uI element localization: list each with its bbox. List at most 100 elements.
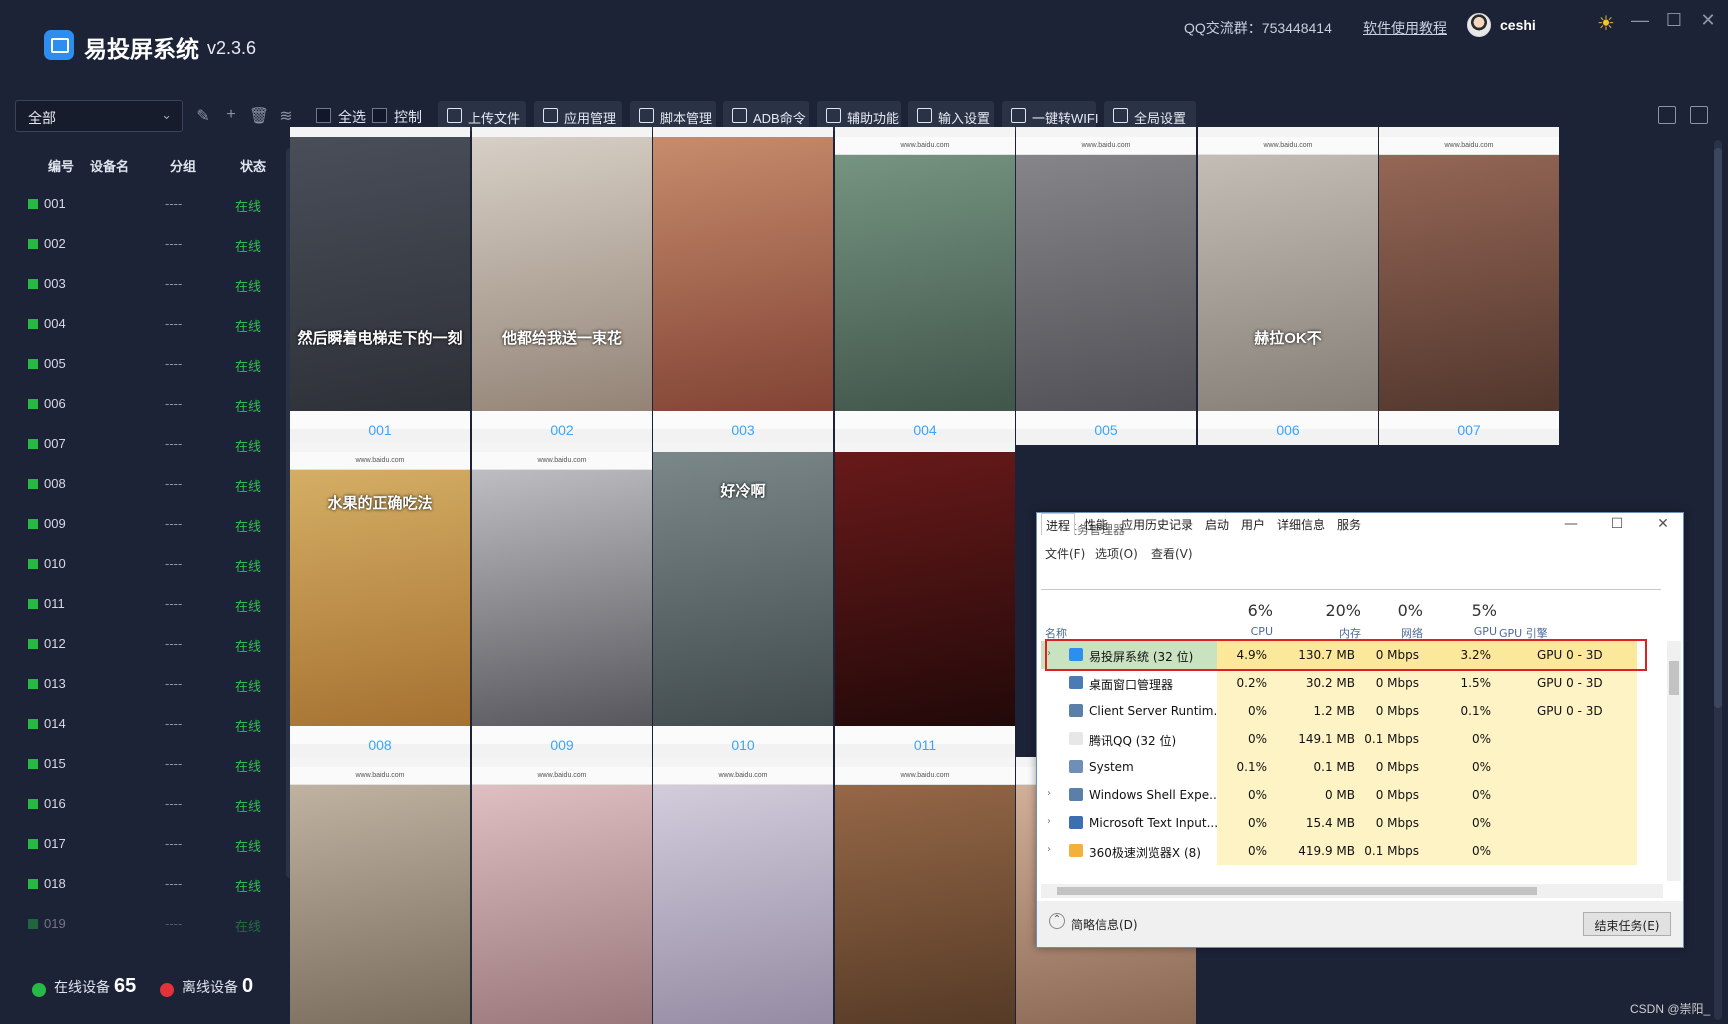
task-manager-window: 任务管理器 — ☐ ✕ 文件(F) 选项(O) 查看(V) 进程 性能 应用历史… (1036, 512, 1684, 948)
avatar[interactable] (1467, 13, 1491, 37)
device-screen-tile[interactable] (835, 442, 1015, 760)
delete-icon[interactable]: 🗑 (248, 106, 270, 128)
device-screen-tile[interactable]: www.baidu.com 赫拉OK不 (1198, 127, 1378, 445)
device-row[interactable]: 016 ---- 在线 (0, 785, 270, 825)
tile-device-label: 006 (1276, 422, 1300, 438)
username[interactable]: ceshi (1500, 17, 1536, 33)
device-status: 在线 (235, 279, 262, 294)
theme-sun-icon[interactable]: ☀ (1594, 11, 1618, 36)
device-row[interactable]: 012 ---- 在线 (0, 625, 270, 665)
device-row[interactable]: 005 ---- 在线 (0, 345, 270, 385)
gpu-engine-bg (1497, 753, 1637, 781)
device-row[interactable]: 017 ---- 在线 (0, 825, 270, 865)
layout-icon[interactable] (1658, 106, 1676, 124)
process-icon (1069, 760, 1083, 773)
device-row[interactable]: 015 ---- 在线 (0, 745, 270, 785)
device-screen-tile[interactable]: www.baidu.com (1016, 127, 1196, 445)
expand-chevron-icon[interactable]: › (1047, 816, 1051, 827)
tab-details[interactable]: 详细信息 (1273, 513, 1329, 535)
device-screen-tile[interactable]: www.baidu.com (472, 757, 652, 1024)
process-row[interactable]: 腾讯QQ (32 位) 0% 149.1 MB 0.1 Mbps 0% (1041, 725, 1663, 753)
select-all-checkbox[interactable] (316, 108, 331, 123)
device-screen-tile[interactable]: 然后瞬着电梯走下的一刻 (290, 127, 470, 445)
process-row[interactable]: System 0.1% 0.1 MB 0 Mbps 0% (1041, 753, 1663, 781)
process-row[interactable]: › 360极速浏览器X (8) 0% 419.9 MB 0.1 Mbps 0% (1041, 837, 1663, 865)
edit-icon[interactable]: ✎ (192, 106, 214, 128)
expand-chevron-icon[interactable]: › (1047, 788, 1051, 799)
grid-scroll-thumb[interactable] (1714, 148, 1722, 708)
device-screen-tile[interactable]: 好冷啊 (653, 442, 833, 760)
tab-users[interactable]: 用户 (1237, 513, 1269, 535)
device-row[interactable]: 014 ---- 在线 (0, 705, 270, 745)
device-row[interactable]: 003 ---- 在线 (0, 265, 270, 305)
menu-view[interactable]: 查看(V) (1151, 545, 1193, 562)
device-row[interactable]: 007 ---- 在线 (0, 425, 270, 465)
device-status: 在线 (235, 639, 262, 654)
device-row[interactable]: 004 ---- 在线 (0, 305, 270, 345)
device-screen-tile[interactable]: www.baidu.com (653, 757, 833, 1024)
expand-chevron-icon[interactable]: › (1047, 844, 1051, 855)
maximize-icon[interactable]: ☐ (1662, 10, 1686, 31)
device-row[interactable]: 019 ---- 在线 (0, 905, 270, 945)
device-row[interactable]: 009 ---- 在线 (0, 505, 270, 545)
device-screen-tile[interactable]: 他都给我送一束花 (472, 127, 652, 445)
end-task-button[interactable]: 结束任务(E) (1583, 912, 1671, 936)
col-cpu-header[interactable]: CPU (1217, 625, 1273, 638)
device-status: 在线 (235, 519, 262, 534)
device-row[interactable]: 010 ---- 在线 (0, 545, 270, 585)
online-status-icon (28, 799, 38, 809)
process-row[interactable]: Client Server Runtim... 0% 1.2 MB 0 Mbps 0.1… (1041, 697, 1663, 725)
menu-options[interactable]: 选项(O) (1095, 545, 1138, 562)
add-icon[interactable]: + (220, 106, 242, 128)
online-dot-icon (32, 983, 46, 997)
process-row[interactable]: 桌面窗口管理器 0.2% 30.2 MB 0 Mbps 1.5% GPU 0 - 3D (1041, 669, 1663, 697)
tab-app-history[interactable]: 应用历史记录 (1117, 513, 1197, 535)
chevron-up-icon[interactable]: ⌃ (1049, 913, 1065, 929)
device-row[interactable]: 006 ---- 在线 (0, 385, 270, 425)
tab-performance[interactable]: 性能 (1079, 513, 1113, 535)
control-label[interactable]: 控制 (394, 107, 422, 127)
tutorial-link[interactable]: 软件使用教程 (1363, 18, 1447, 38)
device-screen-tile[interactable]: www.baidu.com (835, 757, 1015, 1024)
device-screen-tile[interactable]: www.baidu.com (290, 757, 470, 1024)
device-row[interactable]: 011 ---- 在线 (0, 585, 270, 625)
menu-file[interactable]: 文件(F) (1045, 545, 1085, 562)
toolbar-button-label: 脚本管理 (660, 111, 713, 126)
process-name: 腾讯QQ (32 位) (1089, 734, 1177, 748)
group-select[interactable]: 全部 ⌄ (15, 100, 183, 132)
device-row[interactable]: 013 ---- 在线 (0, 665, 270, 705)
wifi-icon[interactable]: ≋ (275, 106, 297, 128)
tab-processes[interactable]: 进程 (1041, 513, 1075, 535)
device-row[interactable]: 001 ---- 在线 (0, 185, 270, 225)
online-label: 在线设备 (54, 979, 110, 995)
tm-minimize-icon[interactable]: — (1561, 516, 1581, 532)
fullscreen-icon[interactable] (1690, 106, 1708, 124)
tm-horizontal-thumb[interactable] (1057, 887, 1537, 895)
process-icon (1069, 732, 1083, 745)
device-row[interactable]: 002 ---- 在线 (0, 225, 270, 265)
brief-info-button[interactable]: 简略信息(D) (1071, 916, 1138, 933)
control-checkbox[interactable] (372, 108, 387, 123)
net-cell: 0 Mbps (1361, 809, 1425, 837)
phone-status-bar (472, 127, 652, 137)
phone-status-bar (472, 442, 652, 452)
tab-startup[interactable]: 启动 (1201, 513, 1233, 535)
tm-close-icon[interactable]: ✕ (1653, 516, 1673, 532)
process-row[interactable]: › Microsoft Text Input... 0% 15.4 MB 0 Mbps 0… (1041, 809, 1663, 837)
close-icon[interactable]: ✕ (1696, 10, 1720, 31)
tm-vertical-thumb[interactable] (1669, 661, 1679, 695)
tile-device-label: 003 (731, 422, 755, 438)
device-screen-tile[interactable]: www.baidu.com (472, 442, 652, 760)
device-screen-tile[interactable]: www.baidu.com (1379, 127, 1559, 445)
device-row[interactable]: 008 ---- 在线 (0, 465, 270, 505)
col-gpu-header[interactable]: GPU (1447, 625, 1497, 638)
tm-maximize-icon[interactable]: ☐ (1607, 516, 1627, 532)
device-row[interactable]: 018 ---- 在线 (0, 865, 270, 905)
minimize-icon[interactable]: — (1628, 10, 1652, 31)
device-screen-tile[interactable]: www.baidu.com (835, 127, 1015, 445)
select-all-label[interactable]: 全选 (338, 107, 366, 127)
device-screen-tile[interactable] (653, 127, 833, 445)
tab-services[interactable]: 服务 (1333, 513, 1365, 535)
device-screen-tile[interactable]: www.baidu.com 水果的正确吃法 (290, 442, 470, 760)
process-row[interactable]: › Windows Shell Expe... 0% 0 MB 0 Mbps 0% (1041, 781, 1663, 809)
